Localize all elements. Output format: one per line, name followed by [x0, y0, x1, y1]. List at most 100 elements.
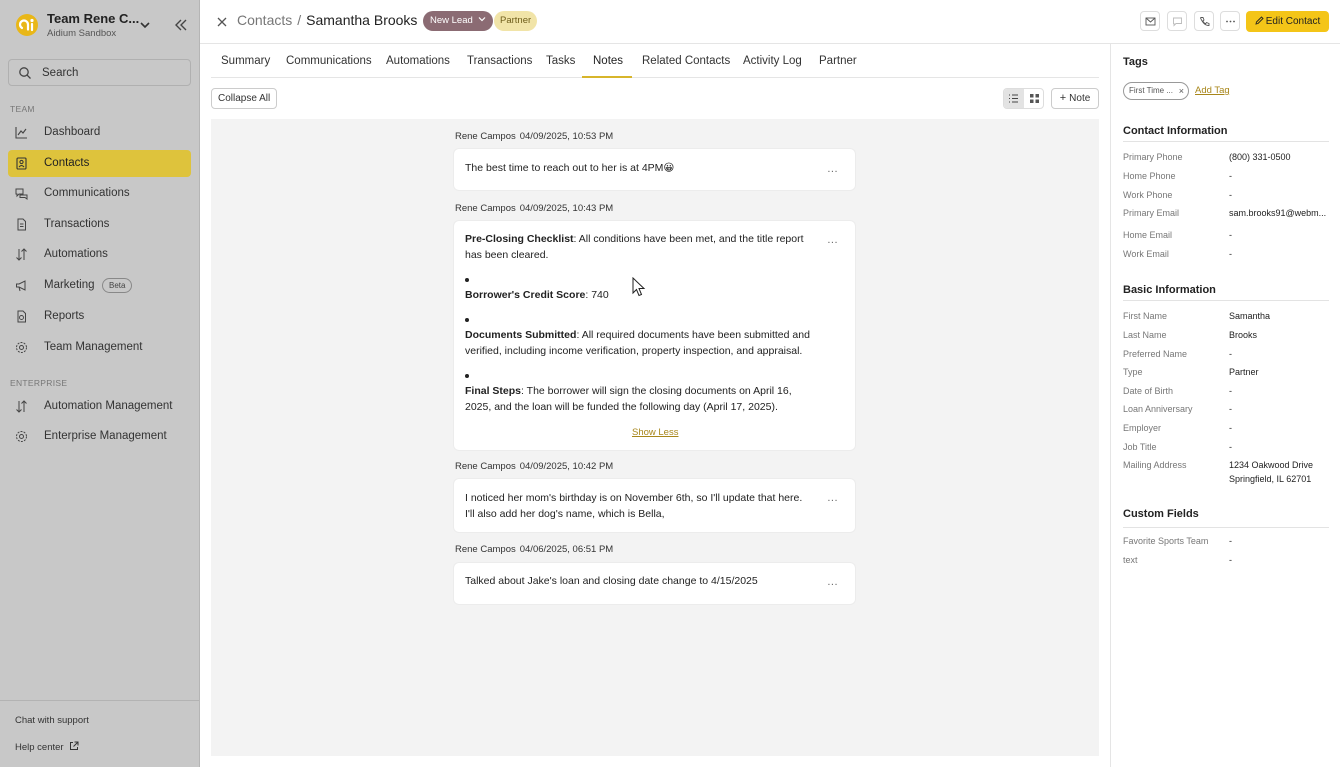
- note-menu-button[interactable]: ...: [827, 163, 838, 175]
- nav-communications[interactable]: Communications: [8, 180, 191, 207]
- primary-email-value[interactable]: sam.brooks91@webm...: [1229, 206, 1326, 220]
- note-menu-button[interactable]: ...: [827, 576, 838, 588]
- nav-reports[interactable]: Reports: [8, 303, 191, 330]
- nav-transactions[interactable]: Transactions: [8, 211, 191, 238]
- tab-automations[interactable]: Automations: [386, 55, 450, 67]
- search-box[interactable]: [8, 59, 191, 86]
- document-icon: [17, 218, 26, 231]
- bullet-marker: [465, 278, 469, 282]
- field-value: -: [1229, 349, 1232, 359]
- nav-label: Team Management: [44, 341, 143, 353]
- add-note-label: Note: [1069, 93, 1091, 104]
- aidium-logo-icon: [16, 14, 38, 36]
- tab-activity-log[interactable]: Activity Log: [743, 55, 802, 67]
- collapse-all-button[interactable]: Collapse All: [211, 88, 278, 109]
- view-toggle: [1003, 88, 1044, 109]
- search-input[interactable]: [42, 65, 182, 81]
- nav-enterprise-management[interactable]: Enterprise Management: [8, 423, 191, 450]
- chevron-down-icon[interactable]: [139, 19, 151, 31]
- nav-automation-management[interactable]: Automation Management: [8, 393, 191, 420]
- help-center-label: Help center: [15, 742, 64, 753]
- note-card[interactable]: Talked about Jake's loan and closing dat…: [454, 563, 855, 604]
- nav-dashboard[interactable]: Dashboard: [8, 119, 191, 146]
- more-actions-button[interactable]: [1220, 11, 1240, 31]
- section-title: Pre-Closing Checklist: [465, 233, 574, 245]
- gear-icon: [16, 342, 27, 353]
- note-meta: Rene Campos 04/09/2025, 10:43 PM: [455, 203, 613, 214]
- breadcrumb: Contacts / Samantha Brooks: [237, 12, 417, 28]
- active-tab-indicator: [582, 76, 632, 78]
- chat-support-link[interactable]: Chat with support: [15, 715, 89, 726]
- nav-automations[interactable]: Automations: [8, 241, 191, 268]
- note-card[interactable]: I noticed her mom's birthday is on Novem…: [454, 479, 855, 532]
- list-icon: [1009, 94, 1018, 103]
- note-author: Rene Campos: [455, 544, 516, 555]
- field-value: -: [1229, 190, 1232, 200]
- help-center-link[interactable]: Help center: [15, 741, 79, 753]
- field-value: -: [1229, 249, 1232, 259]
- note-author: Rene Campos: [455, 203, 516, 214]
- external-link-icon: [70, 741, 79, 750]
- sort-arrows-icon: [16, 400, 27, 413]
- add-tag-link[interactable]: Add Tag: [1195, 85, 1230, 96]
- note-text: I noticed her mom's birthday is on Novem…: [465, 492, 803, 520]
- note-date: 04/06/2025, 06:51 PM: [519, 544, 614, 555]
- edit-contact-button[interactable]: Edit Contact: [1246, 11, 1329, 32]
- note-menu-button[interactable]: ...: [827, 492, 838, 504]
- collapse-sidebar-icon[interactable]: [174, 19, 188, 31]
- type-badge: Partner: [494, 11, 538, 31]
- note-meta: Rene Campos 04/06/2025, 06:51 PM: [455, 544, 613, 555]
- add-note-button[interactable]: + Note: [1051, 88, 1099, 109]
- tab-summary[interactable]: Summary: [221, 55, 270, 67]
- field-label: Type: [1123, 367, 1143, 377]
- tab-partner[interactable]: Partner: [819, 55, 857, 67]
- nav-marketing[interactable]: Marketing Beta: [8, 272, 191, 299]
- contact-name: Samantha Brooks: [306, 12, 418, 28]
- tab-related-contacts[interactable]: Related Contacts: [642, 55, 730, 67]
- section-divider: [1123, 300, 1329, 301]
- nav-label: Contacts: [44, 157, 90, 169]
- section-title: Final Steps: [465, 385, 522, 397]
- contacts-icon: [16, 157, 27, 170]
- breadcrumb-contacts[interactable]: Contacts: [237, 12, 292, 28]
- email-button[interactable]: [1140, 11, 1160, 31]
- close-icon[interactable]: [217, 17, 227, 27]
- plus-icon: +: [1059, 92, 1067, 104]
- custom-fields-heading: Custom Fields: [1123, 508, 1199, 520]
- tab-communications[interactable]: Communications: [286, 55, 372, 67]
- note-menu-button[interactable]: ...: [827, 234, 838, 246]
- field-value: -: [1229, 404, 1232, 414]
- show-less-link[interactable]: Show Less: [632, 427, 678, 438]
- status-badge[interactable]: New Lead: [423, 11, 494, 31]
- tag-chip: First Time ... ×: [1123, 82, 1189, 100]
- field-label: Loan Anniversary: [1123, 404, 1193, 414]
- field-value: Samantha: [1229, 311, 1271, 321]
- section-divider: [1123, 527, 1329, 528]
- sms-button[interactable]: [1167, 11, 1187, 31]
- field-label: Date of Birth: [1123, 386, 1174, 396]
- edit-contact-label: Edit Contact: [1265, 16, 1321, 27]
- tab-notes[interactable]: Notes: [593, 55, 623, 67]
- note-card[interactable]: ... Pre-Closing Checklist: All condition…: [454, 221, 855, 450]
- field-label: text: [1123, 555, 1138, 565]
- tab-tasks[interactable]: Tasks: [546, 55, 575, 67]
- team-name: Team Rene C...: [47, 11, 140, 26]
- field-value: Brooks: [1229, 330, 1258, 340]
- remove-tag-icon[interactable]: ×: [1179, 83, 1184, 99]
- contact-tabs: Summary Communications Automations Trans…: [211, 44, 1099, 78]
- note-section: Documents Submitted: All required docume…: [465, 329, 810, 357]
- search-icon: [19, 67, 31, 79]
- mailing-address-value: 1234 Oakwood Drive Springfield, IL 62701: [1229, 460, 1314, 484]
- note-text: Talked about Jake's loan and closing dat…: [465, 575, 758, 587]
- nav-contacts[interactable]: Contacts: [8, 150, 191, 177]
- primary-phone-value[interactable]: (800) 331-0500: [1229, 150, 1291, 164]
- team-switcher[interactable]: Team Rene C... Aidium Sandbox: [15, 11, 190, 41]
- call-button[interactable]: [1194, 11, 1214, 31]
- note-card[interactable]: The best time to reach out to her is at …: [454, 149, 855, 190]
- list-view-button[interactable]: [1004, 89, 1024, 108]
- grid-view-button[interactable]: [1024, 89, 1043, 108]
- field-value: -: [1229, 555, 1232, 565]
- chart-line-icon: [15, 127, 27, 139]
- tab-transactions[interactable]: Transactions: [467, 55, 532, 67]
- nav-team-management[interactable]: Team Management: [8, 334, 191, 361]
